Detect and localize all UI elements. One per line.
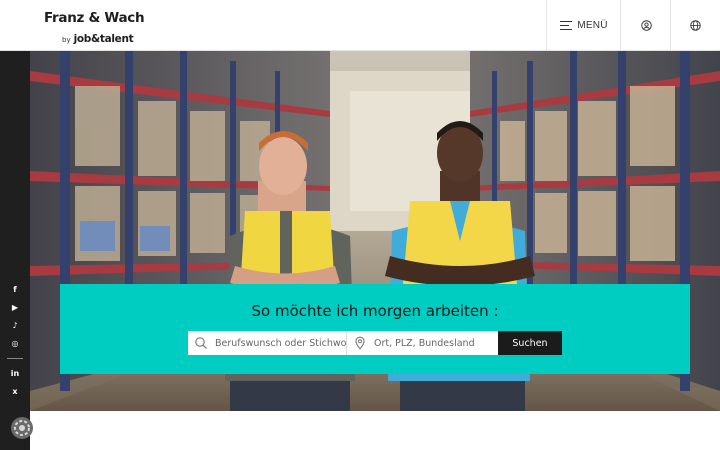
- social-divider: [7, 358, 23, 359]
- menu-label: MENÜ: [577, 19, 608, 31]
- logo-brand-text: job&talent: [73, 33, 134, 45]
- instagram-icon[interactable]: ◎: [8, 336, 22, 350]
- logo-main-text: Franz & Wach: [44, 10, 145, 26]
- linkedin-icon[interactable]: in: [8, 366, 22, 380]
- job-keyword-input[interactable]: [188, 331, 346, 355]
- site-header: Franz & Wach by job&talent MENÜ: [0, 0, 720, 51]
- globe-icon: [690, 19, 701, 31]
- menu-button[interactable]: MENÜ: [546, 0, 621, 50]
- account-button[interactable]: [620, 0, 671, 50]
- page: Franz & Wach by job&talent MENÜ f ▶ ♪ ◎ …: [0, 0, 720, 450]
- youtube-icon[interactable]: ▶: [8, 300, 22, 314]
- search-icon: [195, 337, 207, 349]
- location-pin-icon: [355, 336, 365, 350]
- location-input[interactable]: [347, 331, 499, 355]
- social-sidebar: f ▶ ♪ ◎ in x: [0, 51, 30, 450]
- job-search-field: [188, 331, 347, 355]
- job-search-panel: So möchte ich morgen arbeiten : Suchen: [60, 284, 690, 374]
- logo[interactable]: Franz & Wach by job&talent: [44, 10, 145, 45]
- user-icon: [640, 19, 652, 31]
- logo-sub: by job&talent: [62, 27, 134, 46]
- cookie-settings-icon[interactable]: [10, 416, 34, 440]
- location-search-field: [347, 331, 499, 355]
- search-title: So möchte ich morgen arbeiten :: [251, 302, 499, 320]
- language-button[interactable]: [670, 0, 720, 50]
- search-button[interactable]: Suchen: [498, 331, 562, 355]
- facebook-icon[interactable]: f: [8, 282, 22, 296]
- logo-by-text: by: [62, 36, 71, 44]
- tiktok-icon[interactable]: ♪: [8, 318, 22, 332]
- xing-icon[interactable]: x: [8, 384, 22, 398]
- hamburger-icon: [560, 20, 573, 30]
